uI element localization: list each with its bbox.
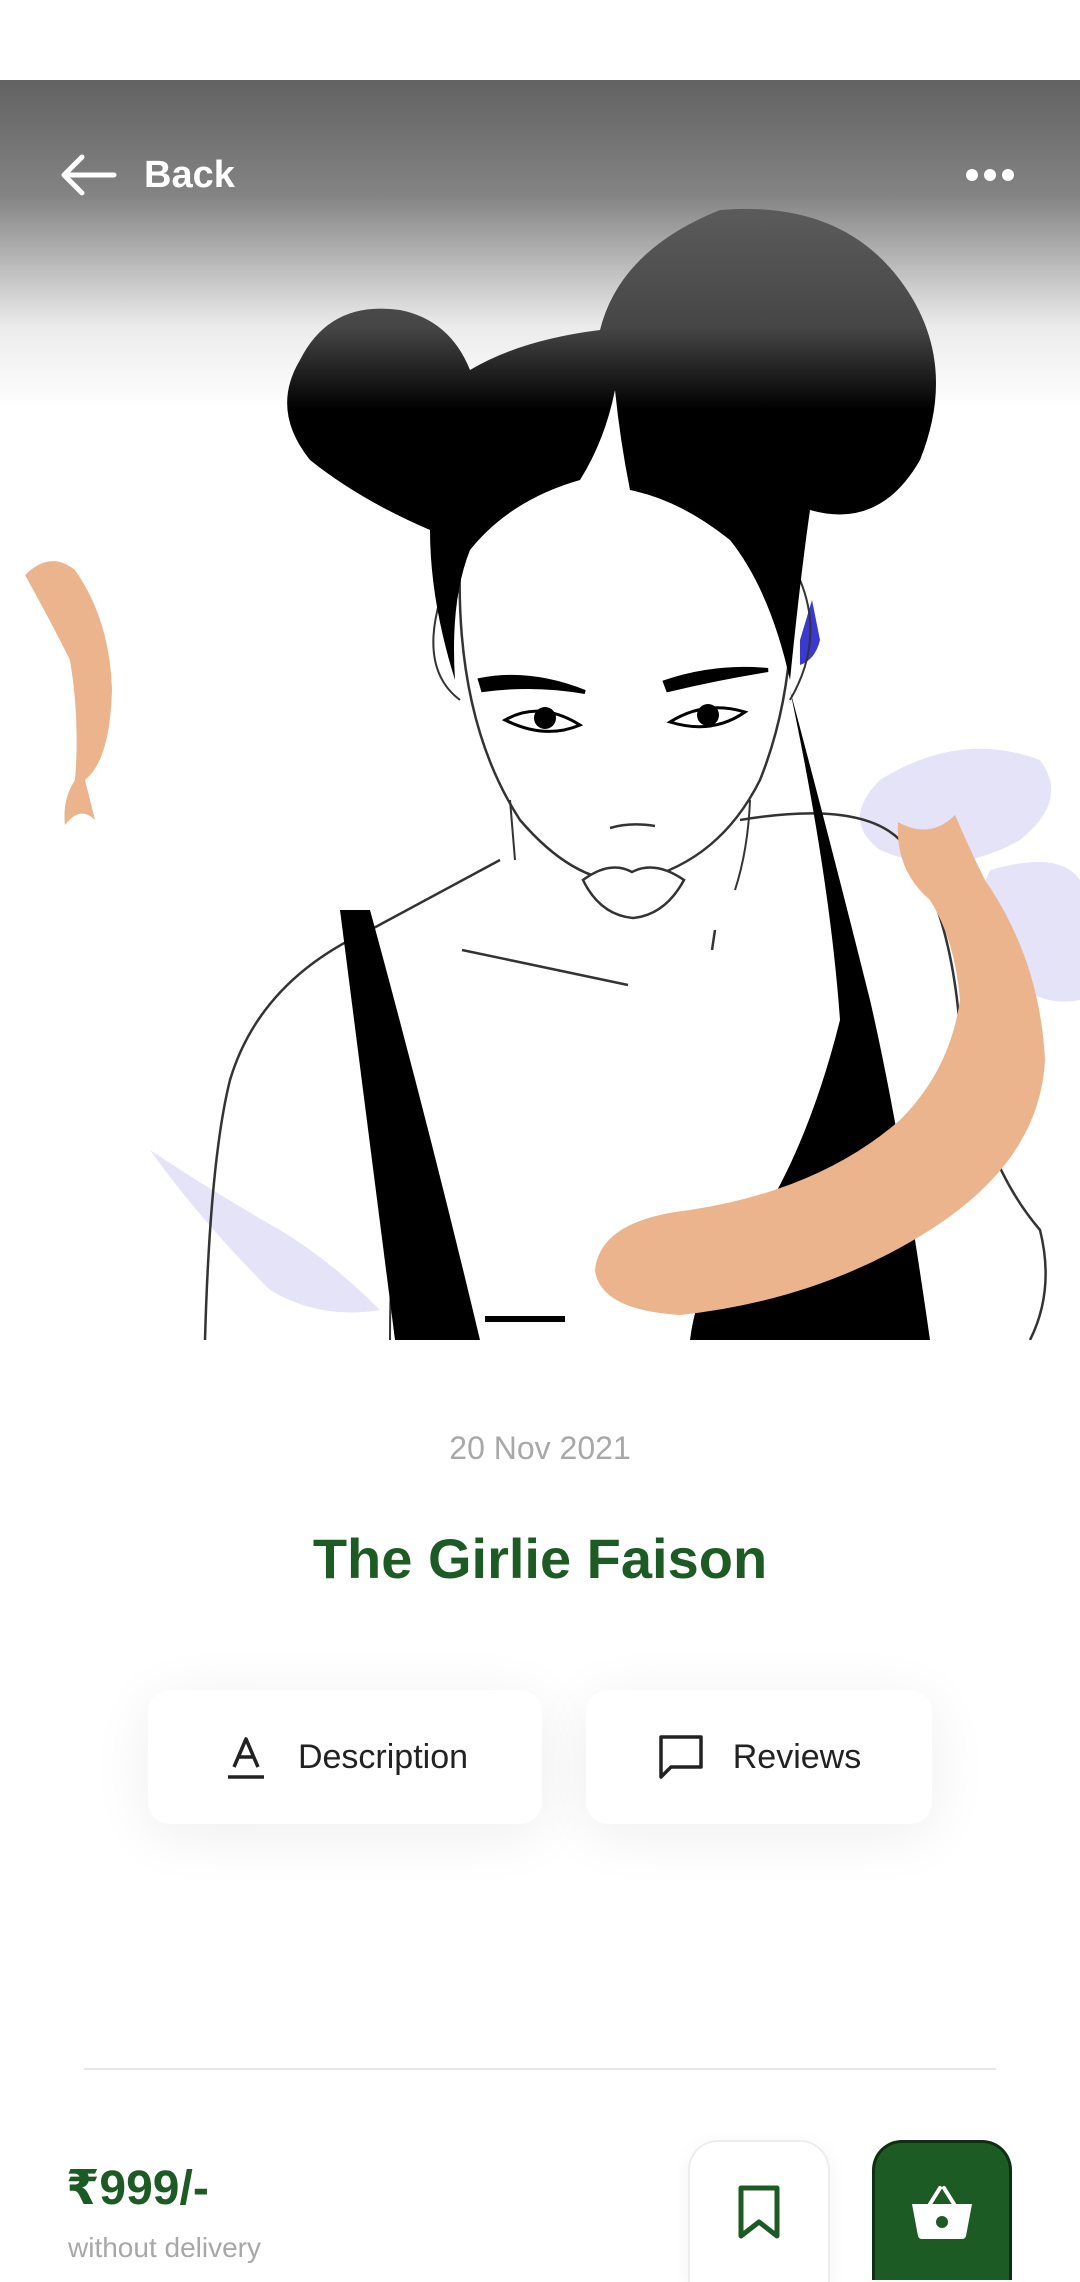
back-button[interactable]: Back xyxy=(58,140,235,210)
arrow-left-icon xyxy=(61,154,117,196)
tab-description[interactable]: Description xyxy=(148,1690,542,1824)
tab-reviews-label: Reviews xyxy=(732,1737,862,1776)
illustration-woman-with-fish xyxy=(25,208,1080,1340)
tab-description-label: Description xyxy=(297,1737,469,1776)
divider xyxy=(84,2068,996,2070)
back-label: Back xyxy=(144,153,235,196)
price-note: without delivery xyxy=(68,2232,261,2263)
product-title: The Girlie Faison xyxy=(312,1527,768,1590)
add-to-cart-button[interactable] xyxy=(872,2140,1012,2280)
product-price: ₹999/- xyxy=(66,2162,209,2215)
more-horizontal-icon xyxy=(966,169,1014,181)
product-date: 20 Nov 2021 xyxy=(449,1430,631,1466)
message-square-icon xyxy=(659,1735,703,1779)
more-options-button[interactable] xyxy=(950,150,1030,200)
product-image xyxy=(0,80,1080,1340)
basket-icon xyxy=(912,2185,972,2239)
tab-reviews[interactable]: Reviews xyxy=(586,1690,932,1824)
bookmark-button[interactable] xyxy=(688,2140,830,2282)
bookmark-icon xyxy=(738,2185,780,2239)
text-format-icon xyxy=(227,1737,264,1779)
